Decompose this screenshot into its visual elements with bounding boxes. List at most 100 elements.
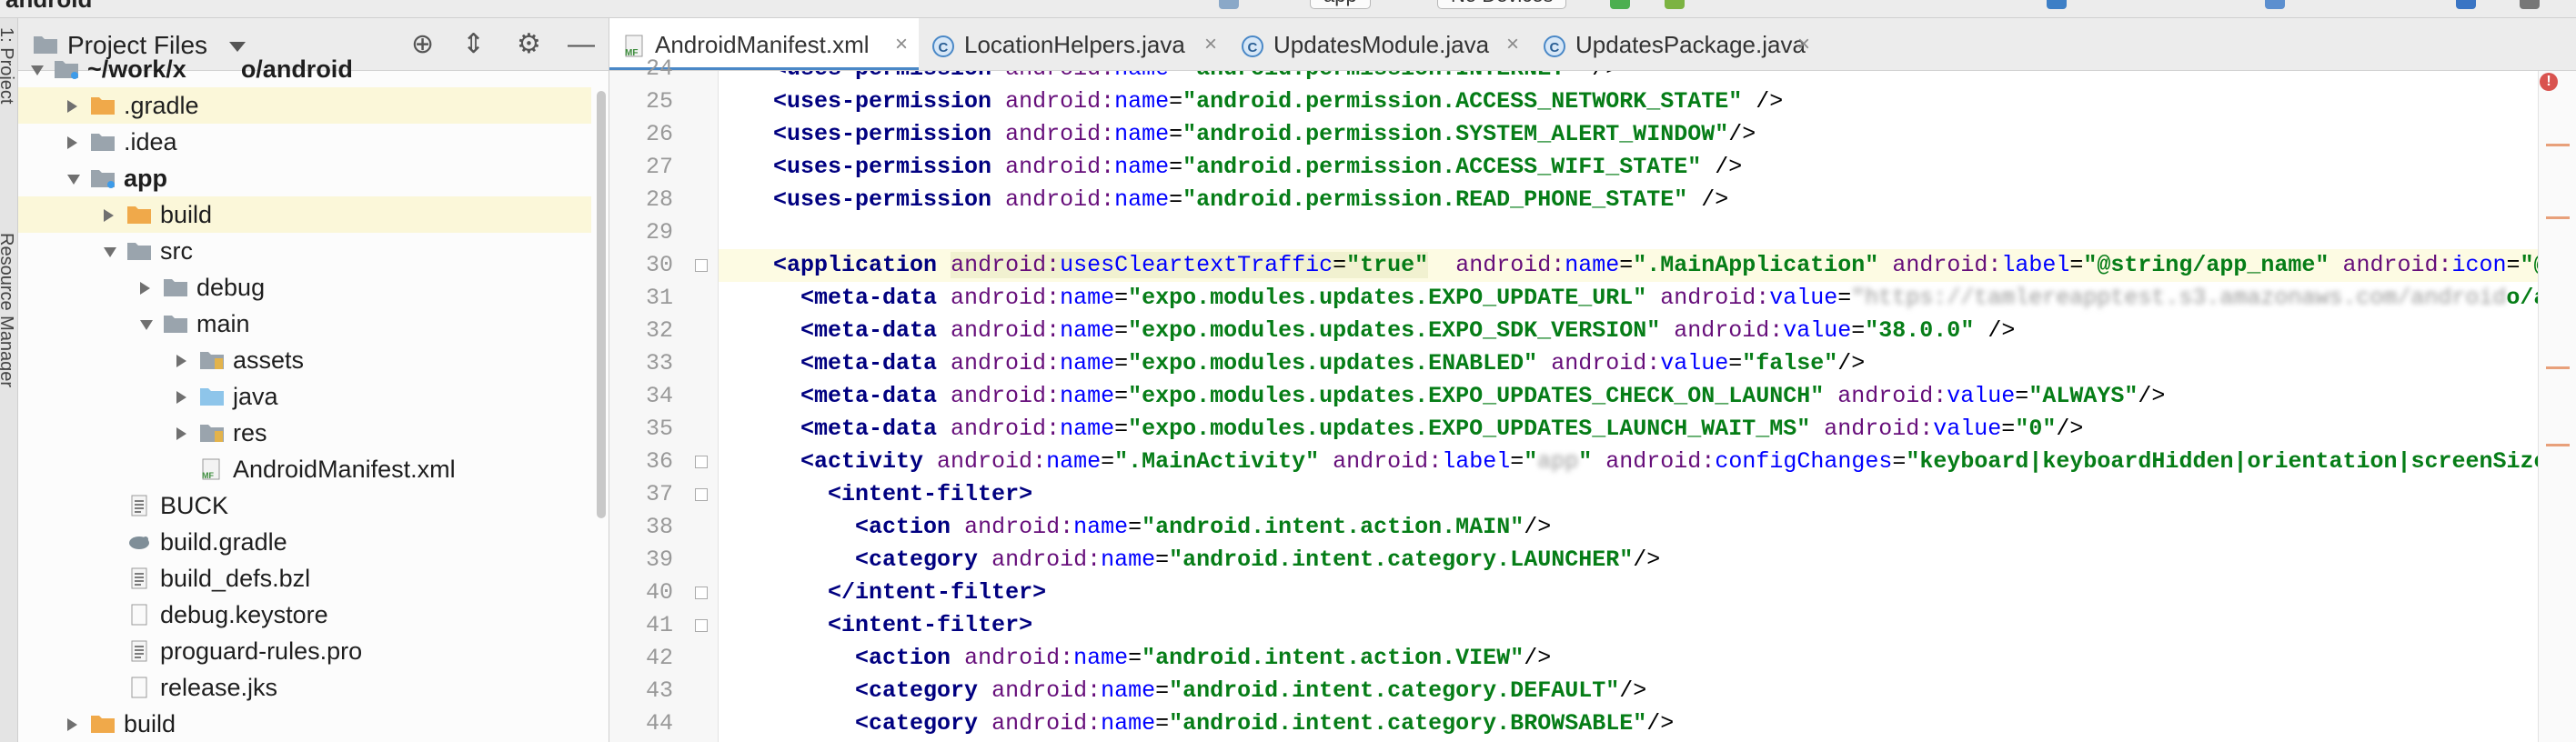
fold-marker-icon[interactable] — [695, 619, 708, 632]
warning-marker[interactable] — [2546, 444, 2570, 446]
code-line[interactable]: <action android:name="android.intent.act… — [719, 511, 1551, 544]
chevron-right-icon[interactable] — [67, 718, 77, 731]
tree-row[interactable]: src — [18, 233, 591, 269]
code-line[interactable]: <meta-data android:name="expo.modules.up… — [719, 282, 2538, 315]
fold-marker-icon[interactable] — [695, 587, 708, 599]
code-line[interactable]: <meta-data android:name="expo.modules.up… — [719, 347, 1865, 380]
tree-item-label: debug.keystore — [160, 601, 328, 628]
tab-label: UpdatesModule.java — [1273, 31, 1490, 58]
code-line[interactable]: <uses-permission android:name="android.p… — [719, 71, 1619, 85]
code-line[interactable]: <intent-filter> — [719, 609, 1032, 642]
chevron-right-icon[interactable] — [67, 100, 77, 113]
tree-row[interactable]: build.gradle — [18, 524, 591, 560]
tree-row[interactable]: release.jks — [18, 669, 591, 706]
chevron-down-icon[interactable] — [31, 65, 44, 75]
fold-marker-icon[interactable] — [695, 488, 708, 501]
code-line[interactable]: <category android:name="android.intent.c… — [719, 544, 1660, 577]
tree-item-label: build — [124, 710, 176, 737]
tree-row[interactable]: debug — [18, 269, 591, 306]
code-line[interactable]: <category android:name="android.intent.c… — [719, 675, 1646, 707]
tree-row[interactable]: debug.keystore — [18, 597, 591, 633]
code-line[interactable]: <intent-filter> — [719, 478, 1032, 511]
close-icon[interactable]: × — [1204, 18, 1217, 70]
editor-tab[interactable]: C LocationHelpers.java × — [919, 18, 1228, 70]
code-line[interactable]: <category android:name="android.intent.c… — [719, 707, 1674, 740]
chevron-right-icon[interactable] — [67, 136, 77, 149]
line-number: 40 — [645, 579, 673, 606]
tree-row[interactable]: BUCK — [18, 487, 591, 524]
back-icon[interactable] — [1219, 0, 1239, 9]
editor-tab[interactable]: C UpdatesModule.java × — [1228, 18, 1530, 70]
tree-row[interactable]: .idea — [18, 124, 591, 160]
project-tree: ~/work/x o/android .gradle .idea app build sr… — [18, 55, 609, 742]
close-icon[interactable]: × — [895, 18, 908, 70]
chevron-right-icon[interactable] — [176, 355, 186, 367]
editor-tab[interactable]: C UpdatesPackage.java × — [1530, 18, 1821, 70]
debug-icon[interactable] — [1665, 0, 1685, 9]
tree-row[interactable]: MF AndroidManifest.xml — [18, 451, 591, 487]
tree-item-label: main — [196, 310, 250, 337]
project-tool-tab[interactable]: 1: Project — [0, 27, 16, 104]
tree-item-label: build_defs.bzl — [160, 565, 311, 592]
code-line[interactable]: <uses-permission android:name="android.p… — [719, 151, 1742, 184]
warning-marker[interactable] — [2546, 366, 2570, 369]
tree-row[interactable]: app — [18, 160, 591, 196]
project-scrollbar[interactable] — [597, 91, 606, 518]
error-stripe[interactable] — [2538, 71, 2576, 742]
tree-row[interactable]: java — [18, 378, 591, 415]
window-title: android — [5, 0, 92, 14]
chevron-right-icon[interactable] — [140, 282, 150, 295]
warning-marker[interactable] — [2546, 144, 2570, 146]
fold-marker-icon[interactable] — [695, 259, 708, 272]
tree-row[interactable]: build — [18, 196, 591, 233]
search-everywhere-icon[interactable] — [2520, 0, 2540, 9]
code-line[interactable]: </intent-filter> — [719, 577, 1046, 609]
run-config-select[interactable]: app — [1310, 0, 1371, 9]
tree-item-label: .idea — [124, 128, 177, 155]
line-number: 42 — [645, 645, 673, 671]
chevron-down-icon[interactable] — [67, 175, 80, 185]
code-line[interactable]: <uses-permission android:name="android.p… — [719, 118, 1756, 151]
resource-manager-tool-tab[interactable]: Resource Manager — [0, 233, 16, 387]
tree-row[interactable]: .gradle — [18, 87, 591, 124]
run-icon[interactable] — [1610, 0, 1630, 9]
line-number: 30 — [645, 252, 673, 278]
close-icon[interactable]: × — [1797, 18, 1810, 70]
code-editor[interactable]: <uses-permission android:name="android.p… — [719, 71, 2538, 742]
java-class-icon: C — [932, 35, 954, 57]
device-manager-icon[interactable] — [2265, 0, 2285, 9]
code-line[interactable]: <action android:name="android.intent.act… — [719, 642, 1551, 675]
tree-row[interactable]: ~/work/x o/android — [18, 51, 591, 87]
main-toolbar: android app No Devices — [0, 0, 2576, 18]
code-line[interactable]: <uses-permission android:name="android.p… — [719, 184, 1728, 216]
tree-row[interactable]: assets — [18, 342, 591, 378]
tree-row[interactable]: main — [18, 306, 591, 342]
chevron-right-icon[interactable] — [176, 427, 186, 440]
warning-marker[interactable] — [2546, 216, 2570, 219]
java-class-icon: C — [1242, 35, 1263, 57]
device-select[interactable]: No Devices — [1437, 0, 1567, 9]
chevron-right-icon[interactable] — [104, 209, 114, 222]
code-line[interactable]: <uses-permission android:name="android.p… — [719, 85, 1783, 118]
left-tool-strip: 1: Project Resource Manager — [0, 18, 18, 742]
code-line[interactable]: <application android:usesCleartextTraffi… — [719, 249, 2538, 282]
code-line[interactable]: <activity android:name=".MainActivity" a… — [719, 446, 2538, 478]
chevron-down-icon[interactable] — [140, 320, 153, 330]
tree-row[interactable]: res — [18, 415, 591, 451]
fold-marker-icon[interactable] — [695, 456, 708, 468]
tree-item-label: AndroidManifest.xml — [233, 456, 456, 483]
code-line[interactable]: <meta-data android:name="expo.modules.up… — [719, 413, 2083, 446]
sync-icon[interactable] — [2047, 0, 2067, 9]
code-line[interactable]: <meta-data android:name="expo.modules.up… — [719, 315, 2015, 347]
line-number: 24 — [645, 55, 673, 82]
sdk-download-icon[interactable] — [2456, 0, 2476, 9]
tree-item-label: proguard-rules.pro — [160, 637, 363, 665]
error-indicator-icon[interactable]: ! — [2540, 73, 2558, 91]
tree-row[interactable]: build — [18, 706, 591, 742]
chevron-right-icon[interactable] — [176, 391, 186, 404]
tree-row[interactable]: proguard-rules.pro — [18, 633, 591, 669]
close-icon[interactable]: × — [1506, 18, 1519, 70]
chevron-down-icon[interactable] — [104, 247, 116, 257]
tree-row[interactable]: build_defs.bzl — [18, 560, 591, 597]
code-line[interactable]: <meta-data android:name="expo.modules.up… — [719, 380, 2165, 413]
